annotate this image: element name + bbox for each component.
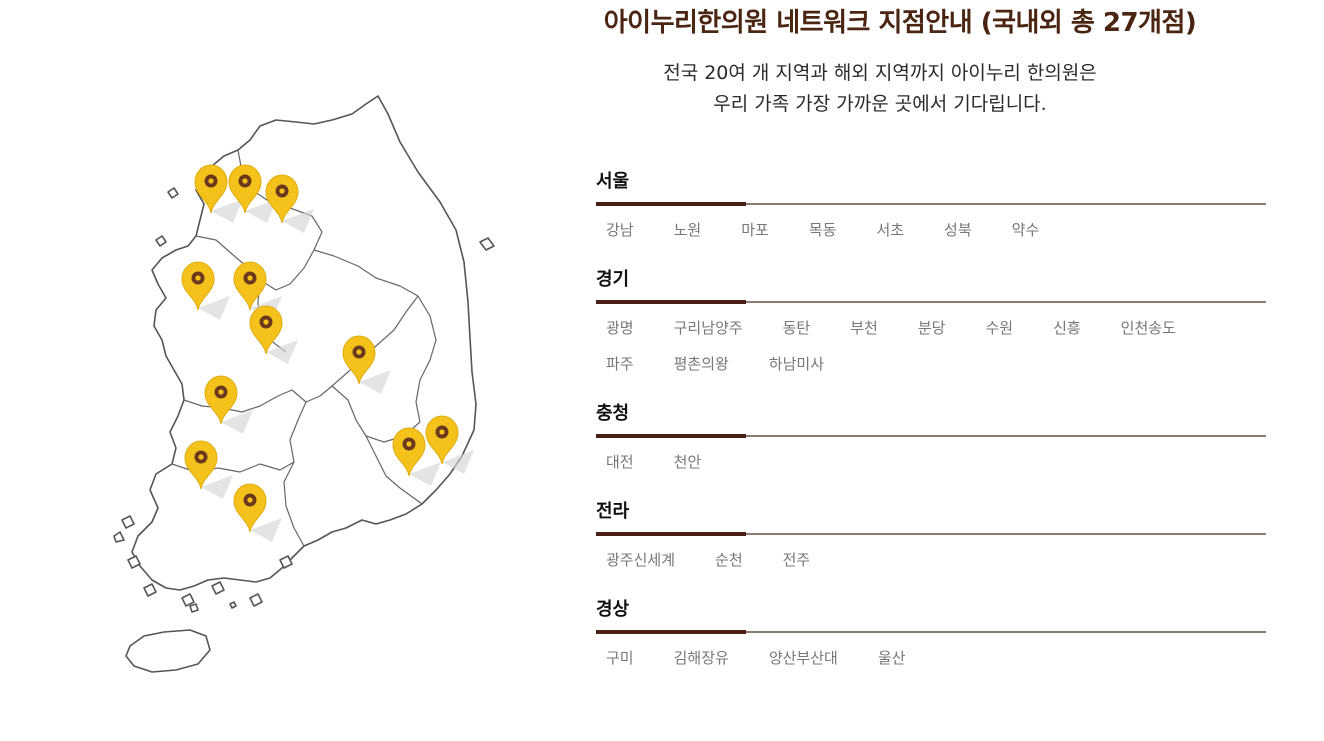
map-pin-icon[interactable] (233, 261, 282, 320)
branch-link[interactable]: 파주 (606, 352, 634, 388)
branch-list: 강남 노원 마포 목동 서초 성북 약수 (596, 218, 1266, 254)
map-pin-icon[interactable] (233, 483, 282, 542)
region-divider (596, 202, 1266, 206)
region-title: 경상 (596, 599, 630, 620)
branch-link[interactable]: 강남 (606, 218, 634, 254)
branch-link[interactable]: 구리남양주 (674, 316, 743, 352)
map-pin-icon[interactable] (265, 174, 314, 233)
region-gyeongsang: 경상 구미 김해장유 양산부산대 울산 (596, 598, 1266, 682)
map-pin-icon[interactable] (392, 427, 441, 486)
branch-link[interactable]: 노원 (674, 218, 702, 254)
branch-link[interactable]: 전주 (783, 548, 811, 584)
region-divider (596, 434, 1266, 438)
map-pin-icon[interactable] (194, 164, 243, 223)
branch-link[interactable]: 분당 (918, 316, 946, 352)
region-divider (596, 300, 1266, 304)
region-divider (596, 532, 1266, 536)
branch-link[interactable]: 인천송도 (1121, 316, 1176, 352)
region-title: 전라 (596, 501, 630, 522)
branch-link[interactable]: 김해장유 (674, 646, 729, 682)
map-pin-icon[interactable] (425, 415, 474, 474)
branch-link[interactable]: 천안 (674, 450, 702, 486)
branch-list: 광명 구리남양주 동탄 부천 분당 수원 신흥 인천송도파주 평촌의왕 하남미사 (596, 316, 1266, 388)
branch-link[interactable]: 수원 (985, 316, 1013, 352)
branch-link[interactable]: 신흥 (1053, 316, 1081, 352)
page-subtitle: 전국 20여 개 지역과 해외 지역까지 아이누리 한의원은 우리 가족 가장 … (560, 58, 1200, 120)
map-pin-icon[interactable] (181, 261, 230, 320)
branch-link[interactable]: 목동 (809, 218, 837, 254)
branch-list: 대전 천안 (596, 450, 1266, 486)
branch-link[interactable]: 대전 (606, 450, 634, 486)
branch-link[interactable]: 약수 (1012, 218, 1040, 254)
map-pin-icon[interactable] (184, 440, 233, 499)
branch-link[interactable]: 울산 (878, 646, 906, 682)
branch-list: 광주신세계 순천 전주 (596, 548, 1266, 584)
branch-link[interactable]: 광주신세계 (606, 548, 675, 584)
region-title: 서울 (596, 171, 630, 192)
branch-link[interactable]: 평촌의왕 (674, 352, 729, 388)
subtitle-line-2: 우리 가족 가장 가까운 곳에서 기다립니다. (713, 93, 1047, 115)
map-pin-icon[interactable] (342, 335, 391, 394)
region-seoul: 서울 강남 노원 마포 목동 서초 성북 약수 (596, 170, 1266, 254)
region-divider (596, 630, 1266, 634)
branch-link[interactable]: 서초 (876, 218, 904, 254)
region-title: 충청 (596, 403, 630, 424)
branch-link[interactable]: 순천 (715, 548, 743, 584)
map-pin-icon[interactable] (249, 305, 298, 364)
subtitle-line-1: 전국 20여 개 지역과 해외 지역까지 아이누리 한의원은 (663, 62, 1097, 84)
map-pin-icon[interactable] (228, 164, 277, 223)
region-chungcheong: 충청 대전 천안 (596, 402, 1266, 486)
map-pin-icon[interactable] (204, 375, 253, 434)
region-gyeonggi: 경기 광명 구리남양주 동탄 부천 분당 수원 신흥 인천송도파주 평촌의왕 하남미사 (596, 268, 1266, 388)
branch-link[interactable]: 구미 (606, 646, 634, 682)
branch-link[interactable]: 부천 (850, 316, 878, 352)
branch-list: 구미 김해장유 양산부산대 울산 (596, 646, 1266, 682)
branch-link[interactable]: 동탄 (783, 316, 811, 352)
branch-link[interactable]: 성북 (944, 218, 972, 254)
branch-link[interactable]: 하남미사 (769, 352, 824, 388)
page-title: 아이누리한의원 네트워크 지점안내 (국내외 총 27개점) (603, 8, 1197, 38)
region-title: 경기 (596, 269, 630, 290)
region-jeolla: 전라 광주신세계 순천 전주 (596, 500, 1266, 584)
branch-link[interactable]: 양산부산대 (769, 646, 838, 682)
branch-link[interactable]: 광명 (606, 316, 634, 352)
branch-link[interactable]: 마포 (741, 218, 769, 254)
